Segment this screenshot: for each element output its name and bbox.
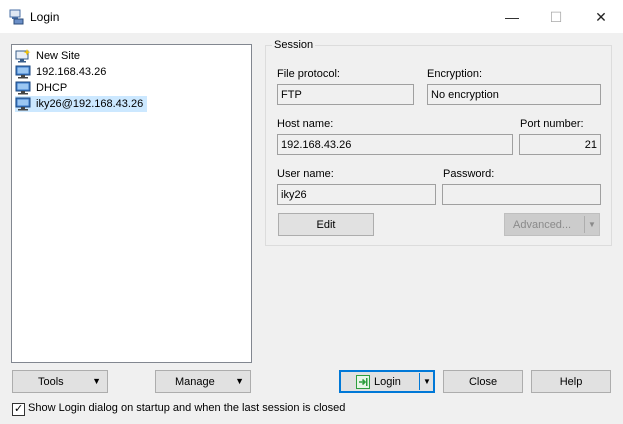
chevron-down-icon: ▼ <box>235 376 244 386</box>
login-icon <box>356 374 370 389</box>
computer-icon <box>15 81 31 95</box>
encryption-select[interactable]: No encryption <box>427 84 601 105</box>
window-title: Login <box>30 10 60 24</box>
login-dropdown-icon[interactable]: ▼ <box>420 371 434 392</box>
checkmark-icon: ✓ <box>14 403 24 415</box>
host-name-input[interactable]: 192.168.43.26 <box>277 134 513 155</box>
show-login-checkbox[interactable]: ✓ <box>12 403 25 416</box>
new-site-icon <box>15 49 31 63</box>
title-bar: Login — ☐ ✕ <box>0 0 623 34</box>
port-number-label: Port number: <box>520 118 584 130</box>
chevron-down-icon: ▼ <box>92 376 101 386</box>
close-button[interactable]: Close <box>443 370 523 393</box>
session-legend: Session <box>272 39 316 51</box>
computer-icon <box>15 65 31 79</box>
site-tree[interactable]: New Site 192.168.43.26 DHCP iky26@192.16… <box>11 44 252 363</box>
site-item-iky26[interactable]: iky26@192.168.43.26 <box>15 96 148 112</box>
edit-button[interactable]: Edit <box>278 213 374 236</box>
password-input[interactable] <box>442 184 601 205</box>
advanced-button[interactable]: Advanced... ▼ <box>504 213 600 236</box>
host-name-label: Host name: <box>277 118 334 130</box>
login-button[interactable]: Login ▼ <box>339 370 435 393</box>
site-item-dhcp[interactable]: DHCP <box>15 80 71 96</box>
file-protocol-label: File protocol: <box>277 68 340 80</box>
help-button[interactable]: Help <box>531 370 611 393</box>
close-window-button[interactable]: ✕ <box>579 0 623 34</box>
encryption-label: Encryption: <box>427 68 483 80</box>
site-item-192-168-43-26[interactable]: 192.168.43.26 <box>15 64 110 80</box>
maximize-button[interactable]: ☐ <box>534 0 578 34</box>
winscp-app-icon <box>8 9 24 25</box>
manage-button[interactable]: Manage ▼ <box>155 370 251 393</box>
user-name-input[interactable]: iky26 <box>277 184 436 205</box>
tools-button[interactable]: Tools ▼ <box>12 370 108 393</box>
file-protocol-select[interactable]: FTP <box>277 84 414 105</box>
minimize-button[interactable]: — <box>490 0 534 34</box>
user-name-label: User name: <box>277 168 334 180</box>
password-label: Password: <box>443 168 495 180</box>
computer-icon <box>15 97 31 111</box>
show-login-label: Show Login dialog on startup and when th… <box>28 402 346 414</box>
advanced-dropdown-icon: ▼ <box>588 220 596 229</box>
port-number-input[interactable]: 21 <box>519 134 601 155</box>
site-item-new-site[interactable]: New Site <box>15 48 84 64</box>
